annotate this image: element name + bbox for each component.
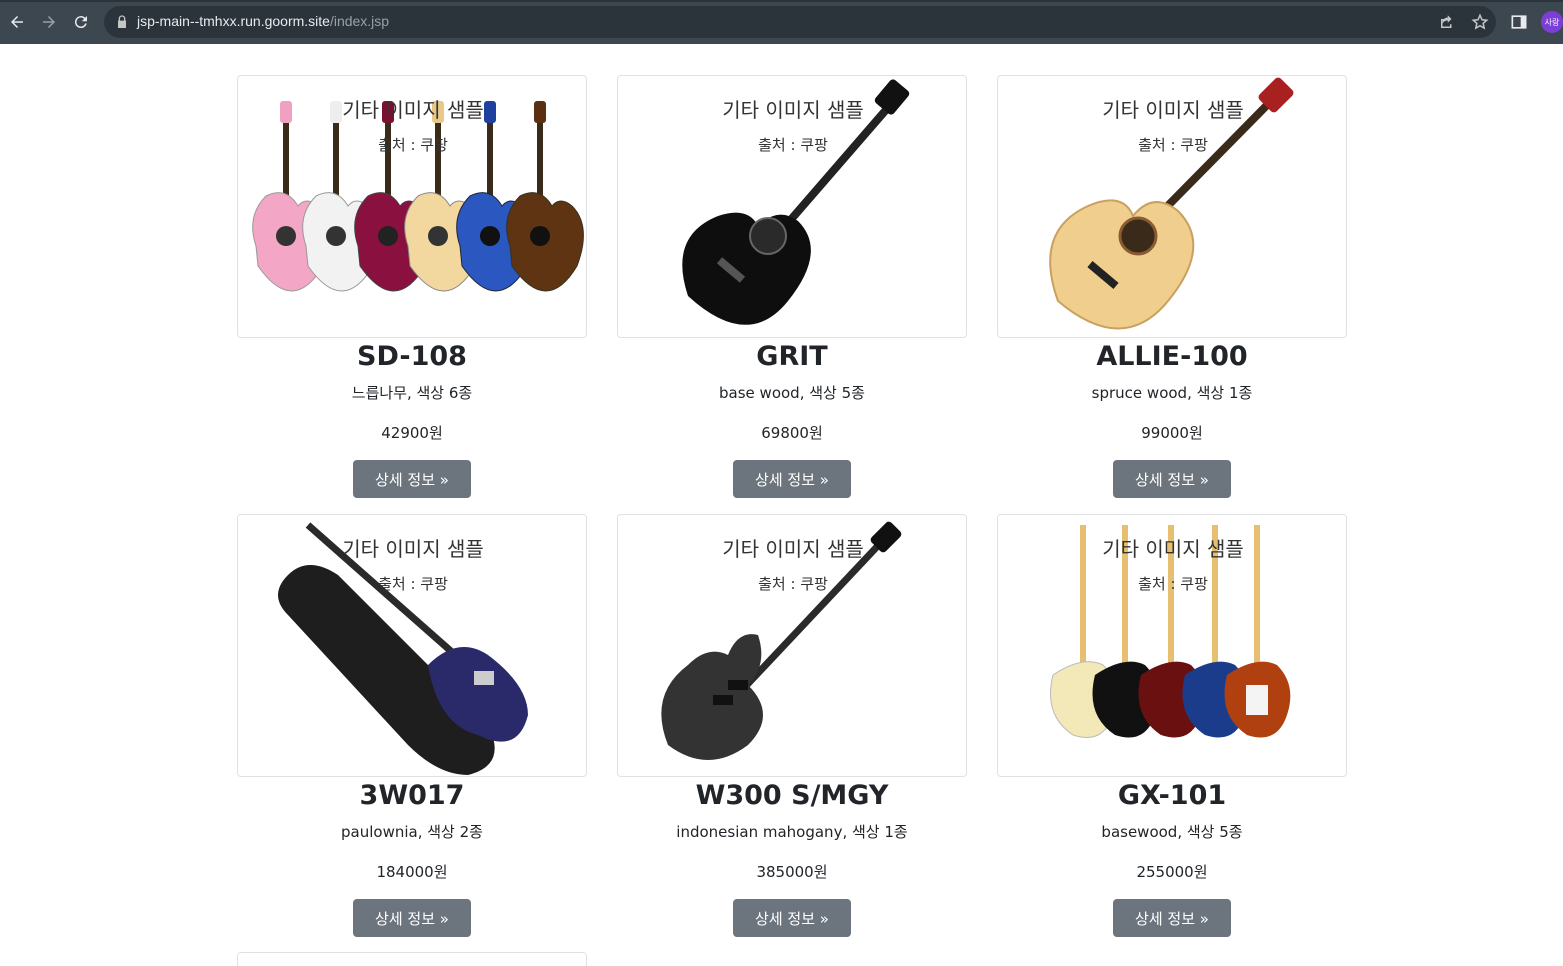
back-icon[interactable] bbox=[1, 6, 33, 38]
detail-button[interactable]: 상세 정보 » bbox=[1113, 899, 1231, 937]
share-icon[interactable] bbox=[1438, 13, 1456, 31]
product-image[interactable]: 기타 이미지 샘플 출처 : 쿠팡 bbox=[997, 75, 1347, 338]
lock-icon bbox=[118, 15, 126, 28]
image-caption-title: 기타 이미지 샘플 bbox=[722, 98, 864, 122]
forward-icon[interactable] bbox=[33, 6, 65, 38]
product-price: 184000원 bbox=[376, 863, 448, 881]
url-path: /index.jsp bbox=[329, 13, 390, 29]
page-content: 기타 이미지 샘플 출처 : 쿠팡 SD-108 느릅나무, 색상 6종 429… bbox=[0, 44, 1563, 966]
detail-button[interactable]: 상세 정보 » bbox=[733, 899, 851, 937]
profile-avatar[interactable]: 사랑 bbox=[1541, 11, 1563, 33]
product-description: spruce wood, 색상 1종 bbox=[1091, 384, 1253, 402]
address-bar[interactable]: jsp-main--tmhxx.run.goorm.site/index.jsp bbox=[104, 6, 1496, 38]
tab-strip bbox=[0, 0, 1563, 2]
product-price: 69800원 bbox=[761, 424, 823, 442]
image-caption-source: 출처 : 쿠팡 bbox=[1138, 575, 1208, 593]
product-name: GRIT bbox=[756, 341, 828, 372]
product-name: ALLIE-100 bbox=[1096, 341, 1248, 372]
image-caption-source: 출처 : 쿠팡 bbox=[378, 575, 448, 593]
side-panel-icon[interactable] bbox=[1509, 12, 1529, 32]
image-caption-title: 기타 이미지 샘플 bbox=[342, 537, 484, 561]
product-description: base wood, 색상 5종 bbox=[719, 384, 865, 402]
image-caption-title: 기타 이미지 샘플 bbox=[342, 98, 484, 122]
product-description: basewood, 색상 5종 bbox=[1101, 823, 1243, 841]
bookmark-star-icon[interactable] bbox=[1471, 13, 1489, 31]
product-image[interactable]: 기타 이미지 샘플 출처 : 쿠팡 bbox=[997, 514, 1347, 777]
product-name: GX-101 bbox=[1117, 780, 1227, 811]
detail-button[interactable]: 상세 정보 » bbox=[353, 899, 471, 937]
product-price: 255000원 bbox=[1136, 863, 1208, 881]
product-image[interactable]: 기타 이미지 샘플 출처 : 쿠팡 bbox=[237, 75, 587, 338]
image-caption-title: 기타 이미지 샘플 bbox=[1102, 98, 1244, 122]
browser-toolbar: jsp-main--tmhxx.run.goorm.site/index.jsp… bbox=[0, 0, 1563, 44]
product-image[interactable]: 기타 이미지 샘플 출처 : 쿠팡 bbox=[617, 514, 967, 777]
url-text: jsp-main--tmhxx.run.goorm.site/index.jsp bbox=[137, 13, 389, 29]
image-caption-source: 출처 : 쿠팡 bbox=[758, 575, 828, 593]
detail-button[interactable]: 상세 정보 » bbox=[1113, 460, 1231, 498]
product-description: paulownia, 색상 2종 bbox=[341, 823, 483, 841]
product-card-partial bbox=[237, 952, 587, 966]
product-price: 99000원 bbox=[1141, 424, 1203, 442]
product-description: indonesian mahogany, 색상 1종 bbox=[676, 823, 908, 841]
product-image[interactable]: 기타 이미지 샘플 출처 : 쿠팡 bbox=[237, 514, 587, 777]
product-name: 3W017 bbox=[359, 780, 465, 811]
image-caption-title: 기타 이미지 샘플 bbox=[1102, 537, 1244, 561]
image-caption-source: 출처 : 쿠팡 bbox=[1138, 136, 1208, 154]
detail-button[interactable]: 상세 정보 » bbox=[733, 460, 851, 498]
detail-button[interactable]: 상세 정보 » bbox=[353, 460, 471, 498]
image-caption-title: 기타 이미지 샘플 bbox=[722, 537, 864, 561]
product-price: 385000원 bbox=[756, 863, 828, 881]
image-caption-source: 출처 : 쿠팡 bbox=[758, 136, 828, 154]
product-image[interactable]: 기타 이미지 샘플 출처 : 쿠팡 bbox=[617, 75, 967, 338]
product-price: 42900원 bbox=[381, 424, 443, 442]
product-name: W300 S/MGY bbox=[695, 780, 889, 811]
image-caption-source: 출처 : 쿠팡 bbox=[378, 136, 448, 154]
url-host: jsp-main--tmhxx.run.goorm.site bbox=[137, 13, 330, 29]
product-description: 느릅나무, 색상 6종 bbox=[351, 384, 473, 402]
product-name: SD-108 bbox=[357, 341, 467, 372]
reload-icon[interactable] bbox=[65, 6, 97, 38]
